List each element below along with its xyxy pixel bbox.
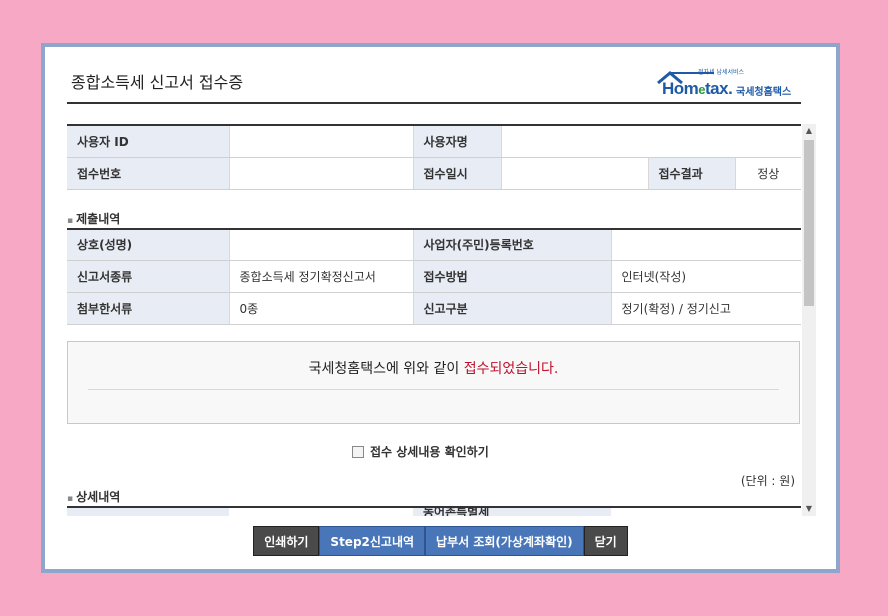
detail-checkbox-label[interactable]: 접수 상세내용 확인하기 bbox=[352, 443, 489, 460]
detail-checkbox[interactable] bbox=[352, 445, 364, 458]
divider bbox=[88, 389, 779, 390]
receipt-date-value bbox=[501, 157, 649, 190]
table-row: 신고서종류 종합소득세 정기확정신고서 접수방법 인터넷(작성) bbox=[67, 260, 801, 293]
detail-table-partial: 농어촌특별세 bbox=[67, 506, 801, 516]
method-value: 인터넷(작성) bbox=[611, 260, 801, 293]
page-title: 종합소득세 신고서 접수증 bbox=[71, 73, 244, 92]
detail-section: ▪ 상세내역 (단위 : 원) 농어촌특별세 bbox=[67, 474, 801, 516]
report-type-value: 종합소득세 정기확정신고서 bbox=[229, 260, 414, 293]
table-row: 첨부한서류 0종 신고구분 정기(확정) / 정기신고 bbox=[67, 292, 801, 325]
unit-label: (단위 : 원) bbox=[740, 474, 795, 488]
hometax-logo: 전자세 납세서비스 Hometax. 국세청홈택스 bbox=[656, 67, 801, 98]
table-row: 상호(성명) 사업자(주민)등록번호 bbox=[67, 227, 801, 261]
user-id-label: 사용자 ID bbox=[67, 124, 230, 158]
attached-value: 0종 bbox=[229, 292, 414, 325]
window-header: 종합소득세 신고서 접수증 전자세 납세서비스 Hometax. 국세청홈택스 bbox=[67, 47, 801, 104]
user-id-value bbox=[229, 124, 414, 158]
basic-info-table: 사용자 ID 사용자명 접수번호 접수일시 접수결과 정상 bbox=[67, 124, 801, 190]
category-label: 신고구분 bbox=[413, 292, 612, 325]
receipt-date-label: 접수일시 bbox=[413, 157, 502, 190]
table-row: 접수번호 접수일시 접수결과 정상 bbox=[67, 157, 801, 190]
trade-name-label: 상호(성명) bbox=[67, 227, 230, 261]
detail-header-cell bbox=[67, 508, 229, 516]
scroll-content: 사용자 ID 사용자명 접수번호 접수일시 접수결과 정상 ▪ 제출내역 상호(성… bbox=[67, 124, 801, 516]
print-button[interactable]: 인쇄하기 bbox=[253, 526, 320, 556]
logo-wordmark: Hometax. bbox=[662, 79, 733, 98]
reg-no-label: 사업자(주민)등록번호 bbox=[413, 227, 612, 261]
receipt-no-label: 접수번호 bbox=[67, 157, 230, 190]
receipt-no-value bbox=[229, 157, 414, 190]
step2-report-button[interactable]: Step2신고내역 bbox=[319, 526, 426, 556]
scroll-up-arrow-icon[interactable]: ▲ bbox=[802, 124, 816, 138]
receipt-notice-box: 국세청홈택스에 위와 같이 접수되었습니다. bbox=[67, 341, 800, 424]
detail-check-row: 접수 상세내용 확인하기 bbox=[67, 424, 801, 478]
vertical-scrollbar[interactable]: ▲ ▼ bbox=[802, 124, 816, 516]
attached-label: 첨부한서류 bbox=[67, 292, 230, 325]
bullet-icon: ▪ bbox=[67, 494, 74, 504]
close-button[interactable]: 닫기 bbox=[583, 526, 628, 556]
receipt-window: 종합소득세 신고서 접수증 전자세 납세서비스 Hometax. 국세청홈택스 … bbox=[41, 43, 840, 573]
action-buttons: 인쇄하기 Step2신고내역 납부서 조회(가상계좌확인) 닫기 bbox=[45, 526, 836, 558]
scroll-thumb[interactable] bbox=[804, 140, 814, 306]
table-row: 사용자 ID 사용자명 bbox=[67, 124, 801, 158]
user-name-label: 사용자명 bbox=[413, 124, 502, 158]
detail-section-title: ▪ 상세내역 bbox=[67, 490, 121, 504]
submission-table: 상호(성명) 사업자(주민)등록번호 신고서종류 종합소득세 정기확정신고서 접… bbox=[67, 227, 801, 325]
receipt-result-value: 정상 bbox=[735, 157, 801, 190]
receipt-result-label: 접수결과 bbox=[648, 157, 736, 190]
submission-section-title: ▪ 제출내역 bbox=[67, 211, 121, 226]
trade-name-value bbox=[229, 227, 414, 261]
report-type-label: 신고서종류 bbox=[67, 260, 230, 293]
detail-header-cell: 농어촌특별세 bbox=[413, 508, 611, 516]
notice-message: 국세청홈택스에 위와 같이 접수되었습니다. bbox=[308, 361, 559, 377]
bullet-icon: ▪ bbox=[67, 215, 74, 226]
logo-tagline: 전자세 납세서비스 bbox=[698, 69, 745, 76]
logo-korean-name: 국세청홈택스 bbox=[736, 87, 792, 98]
user-name-value bbox=[501, 124, 801, 158]
scroll-down-arrow-icon[interactable]: ▼ bbox=[802, 502, 816, 516]
method-label: 접수방법 bbox=[413, 260, 612, 293]
payment-inquiry-button[interactable]: 납부서 조회(가상계좌확인) bbox=[425, 526, 584, 556]
reg-no-value bbox=[611, 227, 801, 261]
category-value: 정기(확정) / 정기신고 bbox=[611, 292, 801, 325]
notice-highlight: 접수되었습니다. bbox=[463, 361, 559, 377]
